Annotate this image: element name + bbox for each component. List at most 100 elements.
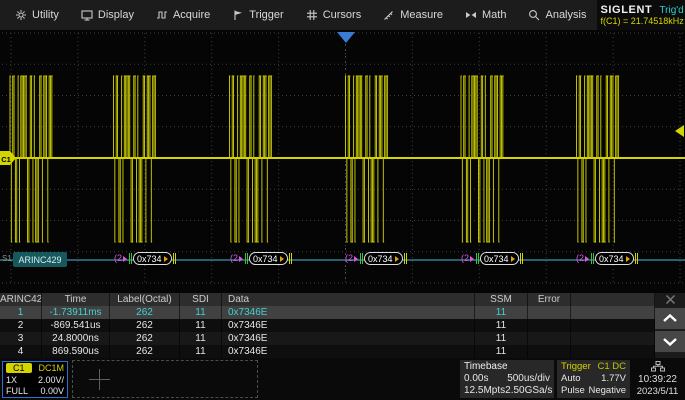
timebase-delay: 0.00s [464,373,488,385]
table-cell: 0x7346E [222,306,475,319]
menu-item-label: Acquire [173,9,210,21]
trigger-position-marker[interactable] [337,32,355,43]
table-row[interactable]: 1-1.73911ms262110x7346E11 [0,306,655,319]
decode-table: ARINC429TimeLabel(Octal)SDIDataSSMError1… [0,293,655,358]
frame-sdi-bars [476,253,479,264]
channel1-tag: C1 [6,363,32,373]
chevron-down-icon [662,337,678,346]
table-row[interactable]: 4869.590us262110x7346E11 [0,345,655,358]
table-header-cell: SSM [475,293,528,306]
menu-item-math[interactable]: Math [454,0,517,30]
channel1-attenuation: 1X [6,375,17,385]
trigger-slope: Negative [589,385,627,397]
timebase-descriptor[interactable]: Timebase 0.00s 500us/div 12.5Mpts 2.50GS… [460,360,554,398]
trigger-title: Trigger [561,361,591,373]
bus-name-badge[interactable]: ARINC429 [13,252,67,267]
decode-frame[interactable]: (2 0x734 [230,251,293,266]
decode-frame[interactable]: (20x734 [576,251,639,266]
table-cell: 0x7346E [222,345,475,358]
table-cell: 262 [110,319,180,332]
chevron-up-icon [662,314,678,323]
table-header-cell: Label(Octal) [110,293,180,306]
frame-data-box: 0x734 [595,252,634,265]
menu-item-label: Utility [32,9,59,21]
channel1-scale: 2.00V/ [38,375,64,385]
frame-data: 0x734 [253,254,278,264]
table-scroll-down-button[interactable] [655,331,685,352]
menu-item-utility[interactable]: Utility [4,0,70,30]
top-menu-bar: Utility Display Acquire TriggerCursorsMeasu… [0,0,685,30]
decode-frame[interactable]: (20x734 [114,251,177,266]
clock-time: 10:39:22 [638,374,677,385]
table-cell: -1.73911ms [42,306,110,319]
frequency-counter: f(C1) = 21.74518kHz [600,16,683,26]
channel1-descriptor[interactable]: C1 DC1M 1X 2.00V/ FULL 0.00V [2,361,68,398]
table-header-cell: Time [42,293,110,306]
menu-item-trigger[interactable]: Trigger [221,0,294,30]
decode-frame[interactable]: (2 0x734 [345,251,408,266]
table-cell: 11 [475,306,528,319]
table-cell: 3 [0,332,42,345]
table-cell [528,345,571,358]
frame-label: (2 [345,251,353,266]
status-block: SIGLENT Trig'd f(C1) = 21.74518kHz [597,0,685,30]
cursors-icon [306,9,318,21]
frame-ssm-bars [404,253,407,264]
clock-panel: 10:39:22 2023/5/11 [630,360,685,398]
frame-sdi-bars [360,253,363,264]
table-header-row: ARINC429TimeLabel(Octal)SDIDataSSMError [0,293,655,306]
measure-icon [383,9,395,21]
table-row[interactable]: 324.8000ns262110x7346E11 [0,332,655,345]
table-cell: 11 [475,319,528,332]
frame-data: 0x734 [484,254,509,264]
math-icon [465,9,477,21]
timebase-samplerate: 2.50GSa/s [505,385,552,397]
menu-item-acquire[interactable]: Acquire [145,0,221,30]
arrow-right-icon [470,256,474,262]
arrow-right-icon [164,256,168,262]
channel1-offset: 0.00V [40,386,64,396]
table-cell: -869.541us [42,319,110,332]
table-cell: 0x7346E [222,332,475,345]
decode-frame[interactable]: (20x734 [461,251,524,266]
table-cell: 262 [110,332,180,345]
waveform-grid: C1 S1 ARINC429 (20x734(20x734(20x734(20x… [0,30,685,293]
menu-bar: Utility Display Acquire TriggerCursorsMeasu… [0,0,597,30]
bus-id-label: S1 [2,254,12,263]
trigger-descriptor[interactable]: Trigger C1 DC Auto 1.77V Pulse Negative [557,360,630,398]
menu-item-cursors[interactable]: Cursors [295,0,373,30]
trigger-level-marker[interactable] [675,125,684,137]
frame-data-box: 0x734 [133,252,172,265]
table-cell: 2 [0,319,42,332]
arrow-right-icon [123,256,127,262]
menu-item-label: Math [482,9,506,21]
trigger-flag-icon [232,9,244,21]
trigger-status-badge: Trig'd [659,5,683,16]
add-channel-slot[interactable] [72,360,258,398]
table-scroll-area [655,293,685,358]
arrow-right-icon [280,256,284,262]
menu-item-display[interactable]: Display [70,0,145,30]
frame-data: 0x734 [137,254,162,264]
table-row[interactable]: 2-869.541us262110x7346E11 [0,319,655,332]
lan-icon[interactable] [651,361,665,372]
timebase-scale: 500us/div [507,373,550,385]
table-scroll-up-button[interactable] [655,308,685,329]
frame-data-box: 0x734 [249,252,288,265]
channel1-bandwidth: FULL [6,386,28,396]
arrow-right-icon [395,256,399,262]
display-icon [81,9,93,21]
menu-item-measure[interactable]: Measure [372,0,454,30]
table-cell: 11 [180,319,222,332]
table-cell [571,306,655,319]
table-cell [528,332,571,345]
menu-item-label: Analysis [545,9,586,21]
menu-item-analysis[interactable]: Analysis [517,0,597,30]
oscilloscope-screen: UtilityDisplayAcquireTriggerCursorsMeasu… [0,0,685,400]
trigger-level: 1.77V [601,373,626,385]
frame-data-box: 0x734 [364,252,403,265]
table-cell: 869.590us [42,345,110,358]
table-close-button[interactable] [655,293,685,306]
frame-label: (2 [230,251,238,266]
clock-date: 2023/5/11 [637,386,679,397]
